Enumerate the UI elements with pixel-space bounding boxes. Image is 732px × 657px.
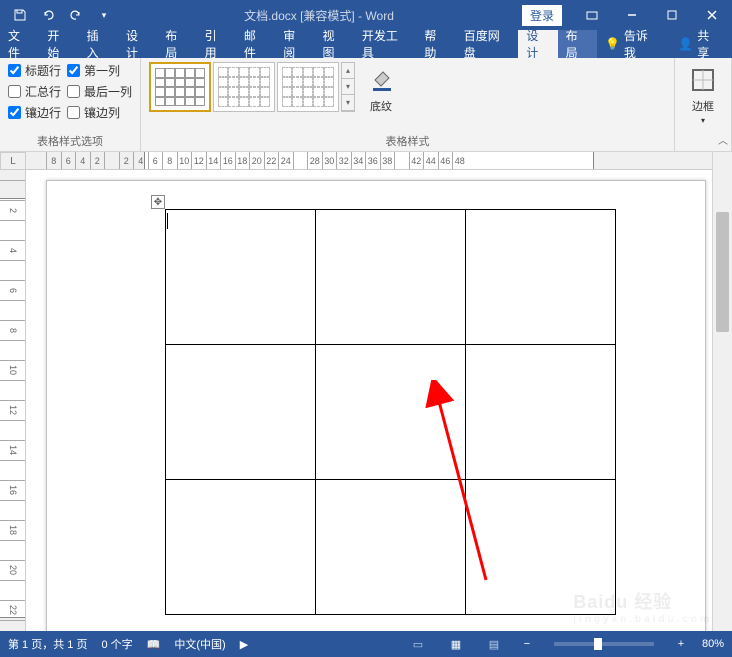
- ruler-corner: L: [0, 152, 26, 170]
- tab-file[interactable]: 文件: [0, 30, 39, 58]
- view-read-mode[interactable]: ▭: [406, 634, 430, 654]
- ribbon-tabs: 文件 开始 插入 设计 布局 引用 邮件 审阅 视图 开发工具 帮助 百度网盘 …: [0, 30, 732, 58]
- tab-design[interactable]: 设计: [118, 30, 157, 58]
- checkbox-first-col-label: 第一列: [84, 62, 120, 79]
- title-bar: ▾ 文档.docx [兼容模式] - Word 登录: [0, 0, 732, 30]
- ribbon-display-button[interactable]: [572, 0, 612, 30]
- page: ✥: [46, 180, 706, 631]
- checkbox-banded-cols-label: 镶边列: [84, 104, 120, 121]
- chevron-down-icon: ▾: [701, 116, 705, 125]
- checkbox-header-row-label: 标题行: [25, 62, 61, 79]
- ribbon-group-label-options: 表格样式选项: [8, 131, 132, 149]
- checkbox-header-row[interactable]: 标题行: [8, 62, 61, 79]
- checkbox-total-row-label: 汇总行: [25, 83, 61, 100]
- table-cell[interactable]: [166, 210, 316, 345]
- tell-me-search[interactable]: 💡 告诉我: [597, 27, 666, 61]
- tab-layout[interactable]: 布局: [157, 30, 196, 58]
- table-move-handle[interactable]: ✥: [151, 195, 165, 209]
- window-controls: 登录: [522, 0, 732, 30]
- language-indicator[interactable]: 中文(中国): [174, 636, 225, 652]
- document-table[interactable]: [165, 209, 616, 615]
- table-cell[interactable]: [466, 210, 616, 345]
- checkbox-first-col[interactable]: 第一列: [67, 62, 132, 79]
- checkbox-last-col-label: 最后一列: [84, 83, 132, 100]
- close-button[interactable]: [692, 0, 732, 30]
- zoom-in-button[interactable]: +: [674, 638, 688, 650]
- collapse-ribbon-button[interactable]: ︿: [718, 132, 728, 147]
- redo-button[interactable]: [64, 3, 88, 27]
- zoom-slider-thumb[interactable]: [594, 638, 602, 650]
- qat-customize[interactable]: ▾: [92, 3, 116, 27]
- zoom-level[interactable]: 80%: [702, 638, 724, 650]
- tab-review[interactable]: 审阅: [275, 30, 314, 58]
- login-button[interactable]: 登录: [522, 5, 562, 26]
- table-cell[interactable]: [316, 345, 466, 480]
- shading-button[interactable]: 底纹: [361, 62, 401, 116]
- ribbon: 标题行 汇总行 镶边行 第一列 最后一列 镶边列 表格样式选项 ▴▾▾ 底纹: [0, 58, 732, 152]
- tab-insert[interactable]: 插入: [79, 30, 118, 58]
- ribbon-group-label-styles: 表格样式: [149, 131, 666, 149]
- macro-icon[interactable]: ▶: [240, 638, 248, 651]
- borders-button[interactable]: 边框 ▾: [683, 62, 723, 127]
- tab-references[interactable]: 引用: [197, 30, 236, 58]
- checkbox-banded-cols[interactable]: 镶边列: [67, 104, 132, 121]
- ribbon-group-label-borders: [683, 135, 723, 149]
- checkbox-banded-rows-label: 镶边行: [25, 104, 61, 121]
- tab-view[interactable]: 视图: [315, 30, 354, 58]
- share-label: 共享: [697, 27, 720, 61]
- borders-icon: [687, 64, 719, 96]
- table-style-2[interactable]: [213, 62, 275, 112]
- undo-button[interactable]: [36, 3, 60, 27]
- word-count[interactable]: 0 个字: [101, 636, 132, 652]
- share-button[interactable]: 👤 共享: [666, 27, 732, 61]
- table-cell[interactable]: [166, 480, 316, 615]
- minimize-button[interactable]: [612, 0, 652, 30]
- lightbulb-icon: 💡: [605, 37, 620, 51]
- zoom-out-button[interactable]: −: [520, 638, 534, 650]
- paint-bucket-icon: [365, 64, 397, 96]
- checkbox-banded-rows[interactable]: 镶边行: [8, 104, 61, 121]
- borders-label: 边框: [692, 98, 714, 114]
- table-cell[interactable]: [466, 345, 616, 480]
- zoom-slider[interactable]: [554, 642, 654, 646]
- ribbon-group-style-options: 标题行 汇总行 镶边行 第一列 最后一列 镶边列 表格样式选项: [0, 58, 141, 151]
- table-cell[interactable]: [316, 480, 466, 615]
- view-print-layout[interactable]: ▦: [444, 634, 468, 654]
- table-cell[interactable]: [316, 210, 466, 345]
- scrollbar-thumb[interactable]: [716, 212, 729, 332]
- quick-access-toolbar: ▾: [0, 3, 116, 27]
- tab-mailings[interactable]: 邮件: [236, 30, 275, 58]
- ribbon-group-table-styles: ▴▾▾ 底纹 表格样式: [141, 58, 675, 151]
- gallery-expand[interactable]: ▴▾▾: [341, 62, 355, 112]
- maximize-button[interactable]: [652, 0, 692, 30]
- vertical-scrollbar[interactable]: [712, 152, 732, 631]
- page-indicator[interactable]: 第 1 页，共 1 页: [8, 636, 87, 652]
- save-button[interactable]: [8, 3, 32, 27]
- vertical-ruler[interactable]: 246810121416182022: [0, 170, 26, 631]
- table-cell[interactable]: [466, 480, 616, 615]
- spellcheck-icon[interactable]: 📖: [147, 638, 161, 651]
- tell-me-label: 告诉我: [624, 27, 658, 61]
- tab-help[interactable]: 帮助: [416, 30, 455, 58]
- checkbox-last-col[interactable]: 最后一列: [67, 83, 132, 100]
- table-style-1[interactable]: [149, 62, 211, 112]
- window-title: 文档.docx [兼容模式] - Word: [116, 7, 522, 24]
- document-area[interactable]: ✥: [26, 170, 712, 631]
- table-cell[interactable]: [166, 345, 316, 480]
- status-bar: 第 1 页，共 1 页 0 个字 📖 中文(中国) ▶ ▭ ▦ ▤ − + 80…: [0, 631, 732, 657]
- table-style-3[interactable]: [277, 62, 339, 112]
- view-web-layout[interactable]: ▤: [482, 634, 506, 654]
- share-icon: 👤: [678, 37, 693, 51]
- tab-baidu[interactable]: 百度网盘: [456, 30, 519, 58]
- horizontal-ruler[interactable]: 8642246810121416182022242830323436384244…: [26, 152, 712, 170]
- table-style-gallery: ▴▾▾: [149, 62, 355, 112]
- tab-table-layout[interactable]: 布局: [558, 30, 597, 58]
- shading-label: 底纹: [370, 98, 392, 114]
- tab-home[interactable]: 开始: [39, 30, 78, 58]
- tab-developer[interactable]: 开发工具: [354, 30, 417, 58]
- tab-table-design[interactable]: 设计: [518, 30, 557, 58]
- checkbox-total-row[interactable]: 汇总行: [8, 83, 61, 100]
